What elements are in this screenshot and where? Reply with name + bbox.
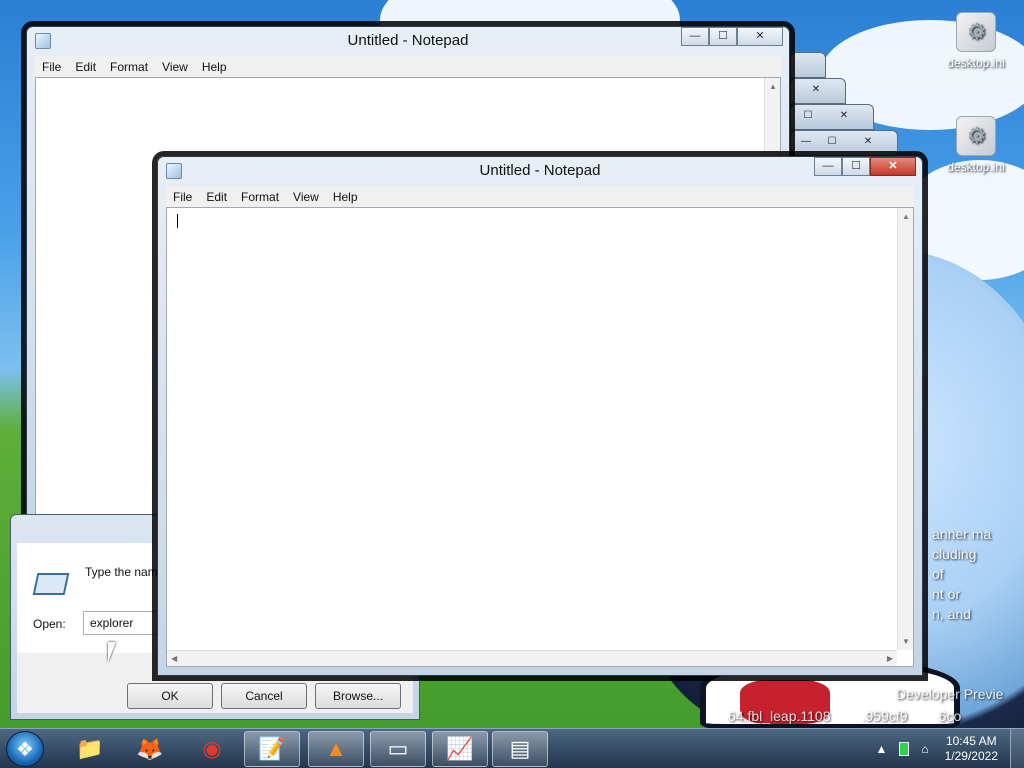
maximize-button[interactable]: ☐ bbox=[709, 27, 737, 46]
clock-time: 10:45 AM bbox=[945, 734, 997, 748]
browse-button[interactable]: Browse... bbox=[315, 683, 401, 709]
network-icon[interactable]: ⌂ bbox=[921, 742, 928, 756]
desktop-icon-label: desktop.ini bbox=[947, 56, 1005, 70]
notepad-window-front[interactable]: Untitled - Notepad — ☐ ✕ File Edit Forma… bbox=[157, 156, 923, 676]
minimize-icon[interactable]: — bbox=[795, 135, 817, 151]
wallpaper-text-line: nt or bbox=[932, 586, 961, 602]
menu-edit[interactable]: Edit bbox=[68, 60, 103, 74]
cancel-button[interactable]: Cancel bbox=[221, 683, 307, 709]
show-hidden-icons-icon[interactable]: ▲ bbox=[875, 742, 887, 756]
stacked-window-titlebar[interactable]: ✕ bbox=[790, 78, 846, 104]
stacked-window-titlebar[interactable]: ☐ ✕ bbox=[790, 104, 874, 130]
desktop-icon-label: desktop.ini bbox=[947, 160, 1005, 174]
vlc-icon: ▲ bbox=[325, 736, 347, 761]
close-icon[interactable]: ✕ bbox=[857, 135, 879, 151]
close-button[interactable]: ✕ bbox=[737, 27, 783, 46]
maximize-icon[interactable]: ☐ bbox=[821, 135, 843, 151]
vertical-scrollbar[interactable]: ▲ ▼ bbox=[897, 208, 913, 650]
close-button[interactable]: ✕ bbox=[870, 157, 916, 176]
text-caret bbox=[177, 214, 178, 228]
titlebar[interactable]: Untitled - Notepad — ☐ ✕ bbox=[27, 27, 789, 55]
menu-file[interactable]: File bbox=[35, 60, 68, 74]
menu-edit[interactable]: Edit bbox=[199, 190, 234, 204]
settings-file-icon bbox=[956, 116, 996, 156]
run-icon: ▭ bbox=[387, 736, 409, 761]
menu-bar: File Edit Format View Help bbox=[166, 186, 914, 207]
taskbar-vlc[interactable]: ▲ bbox=[308, 731, 364, 767]
battery-icon[interactable] bbox=[899, 742, 910, 756]
build-watermark: 64.fbl_leap.1108 .959cf9 6co bbox=[728, 708, 962, 724]
maximize-icon[interactable]: ☐ bbox=[797, 109, 819, 125]
scroll-left-icon[interactable]: ◀ bbox=[171, 654, 177, 663]
show-desktop-button[interactable] bbox=[1010, 729, 1024, 768]
taskbar-task-manager[interactable]: 📈 bbox=[432, 731, 488, 767]
folder-icon: 📁 bbox=[76, 736, 104, 761]
taskbar: 📁 🦊 ◉ 📝 ▲ ▭ 📈 ▤ ▲ ⌂ 10:45 AM 1/29/2022 bbox=[0, 728, 1024, 768]
scroll-down-icon[interactable]: ▼ bbox=[902, 637, 910, 646]
text-area[interactable]: ▲ ▼ ◀ ▶ bbox=[166, 207, 914, 667]
wallpaper-text-line: anner ma bbox=[932, 526, 992, 542]
wallpaper-text-line: of bbox=[932, 566, 944, 582]
desktop-icon-desktop-ini-2[interactable]: desktop.ini bbox=[936, 116, 1016, 174]
scroll-up-icon[interactable]: ▲ bbox=[902, 212, 910, 221]
window-title: Untitled - Notepad bbox=[479, 162, 601, 179]
menu-format[interactable]: Format bbox=[234, 190, 286, 204]
menu-bar: File Edit Format View Help bbox=[35, 56, 781, 77]
task-manager-icon: 📈 bbox=[446, 736, 474, 761]
caption-buttons: — ☐ ✕ bbox=[814, 157, 916, 176]
scroll-up-icon[interactable]: ▲ bbox=[769, 82, 777, 91]
firefox-icon: 🦊 bbox=[136, 736, 164, 761]
stacked-window-titlebar[interactable] bbox=[790, 52, 826, 78]
window-icon: ▤ bbox=[509, 736, 531, 761]
taskbar-file-explorer[interactable]: 📁 bbox=[62, 731, 118, 767]
window-title: Untitled - Notepad bbox=[347, 32, 469, 49]
mouse-pointer-icon bbox=[108, 642, 124, 662]
maximize-button[interactable]: ☐ bbox=[842, 157, 870, 176]
close-icon[interactable]: ✕ bbox=[833, 109, 855, 125]
ok-button[interactable]: OK bbox=[127, 683, 213, 709]
horizontal-scrollbar[interactable]: ◀ ▶ bbox=[167, 650, 897, 666]
taskbar-window-app[interactable]: ▤ bbox=[492, 731, 548, 767]
minimize-button[interactable]: — bbox=[681, 27, 709, 46]
wallpaper-text-line: n, and bbox=[932, 606, 971, 622]
stacked-window-titlebar[interactable]: — ☐ ✕ bbox=[790, 130, 898, 156]
menu-view[interactable]: View bbox=[155, 60, 195, 74]
taskbar-notepad[interactable]: 📝 bbox=[244, 731, 300, 767]
scroll-right-icon[interactable]: ▶ bbox=[887, 654, 893, 663]
menu-help[interactable]: Help bbox=[326, 190, 365, 204]
taskbar-chrome[interactable]: ◉ bbox=[184, 731, 240, 767]
menu-view[interactable]: View bbox=[286, 190, 326, 204]
chrome-icon: ◉ bbox=[202, 736, 222, 761]
desktop-icon-desktop-ini-1[interactable]: desktop.ini bbox=[936, 12, 1016, 70]
taskbar-run[interactable]: ▭ bbox=[370, 731, 426, 767]
wallpaper-text-line: cluding bbox=[932, 546, 977, 562]
titlebar[interactable]: Untitled - Notepad — ☐ ✕ bbox=[158, 157, 922, 185]
open-label: Open: bbox=[33, 617, 66, 631]
caption-buttons: — ☐ ✕ bbox=[681, 27, 783, 46]
notepad-icon: 📝 bbox=[258, 736, 286, 761]
clock[interactable]: 10:45 AM 1/29/2022 bbox=[945, 734, 998, 764]
taskbar-firefox[interactable]: 🦊 bbox=[122, 731, 178, 767]
clock-date: 1/29/2022 bbox=[944, 749, 998, 763]
menu-format[interactable]: Format bbox=[103, 60, 155, 74]
minimize-button[interactable]: — bbox=[814, 157, 842, 176]
menu-help[interactable]: Help bbox=[195, 60, 234, 74]
settings-file-icon bbox=[956, 12, 996, 52]
menu-file[interactable]: File bbox=[166, 190, 199, 204]
system-tray: ▲ ⌂ 10:45 AM 1/29/2022 bbox=[869, 729, 1024, 768]
start-button[interactable] bbox=[6, 731, 44, 767]
run-icon bbox=[32, 573, 70, 595]
close-icon[interactable]: ✕ bbox=[805, 83, 827, 99]
build-watermark: Developer Previe bbox=[896, 686, 1004, 702]
